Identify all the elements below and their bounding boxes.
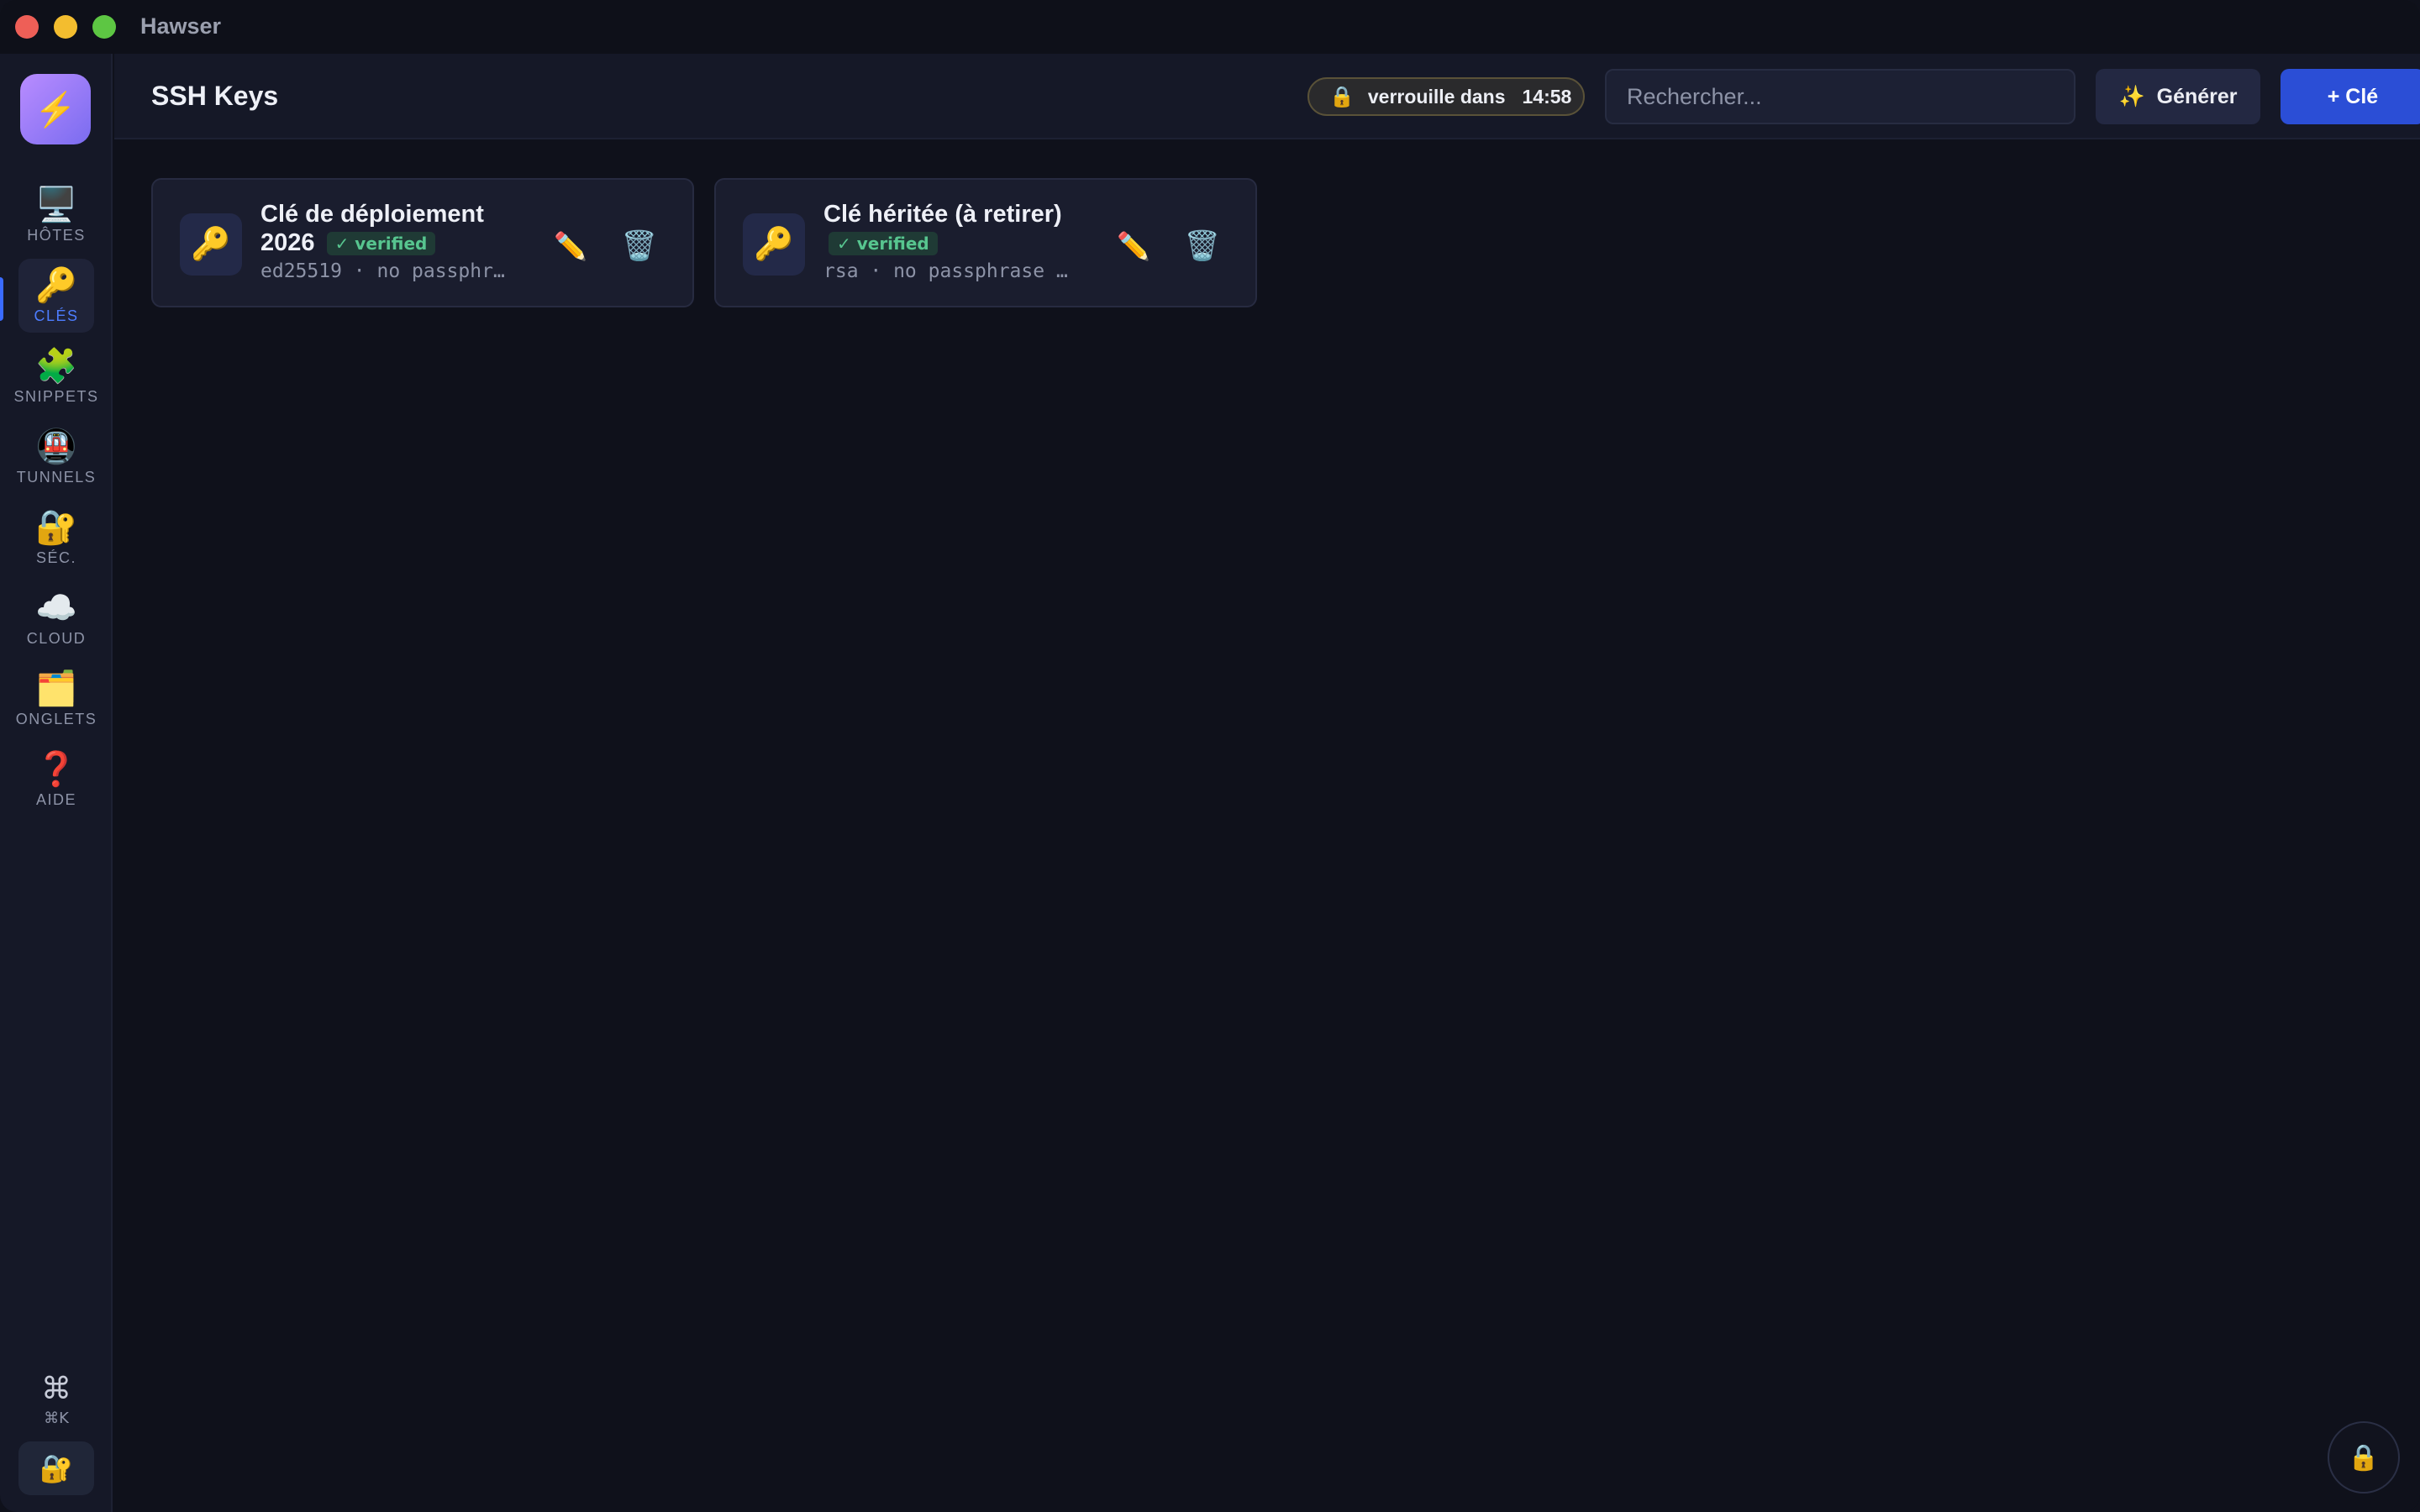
puzzle-icon: 🧩 (35, 347, 77, 385)
verified-badge: ✓ verified (326, 232, 436, 256)
pencil-icon: ✏️ (1117, 231, 1150, 261)
sidebar: ⚡ 🖥️ HÔTES 🔑 CLÉS 🧩 SNIPPETS 🚇 TUNNELS 🔐… (0, 54, 113, 1512)
title-bar: Hawser (0, 0, 2420, 54)
key-card-title-block: Clé de déploiement 2026 ✓ verified (260, 200, 529, 257)
trash-icon: 🗑️ (1184, 230, 1221, 262)
sidebar-item-label: AIDE (35, 790, 76, 808)
floating-lock-button[interactable]: 🔒 (2328, 1421, 2400, 1494)
key-icon: 🔑 (180, 213, 242, 276)
lightning-icon: ⚡ (34, 91, 76, 129)
auto-lock-badge: 🔒 verrouille dans 14:58 (1307, 77, 1585, 116)
key-card[interactable]: 🔑 Clé de déploiement 2026 ✓ verified ed2… (151, 178, 694, 307)
lock-with-key-icon: 🔐 (35, 508, 77, 546)
sidebar-item-keys[interactable]: 🔑 CLÉS (18, 259, 94, 333)
sidebar-item-label: SÉC. (35, 549, 76, 566)
page-header: SSH Keys 🔒 verrouille dans 14:58 ✨ Génér… (114, 54, 2420, 139)
auto-lock-text: verrouille dans (1367, 85, 1506, 108)
sidebar-item-label: ONGLETS (15, 710, 97, 727)
sidebar-item-tabs[interactable]: 🗂️ ONGLETS (15, 662, 97, 736)
delete-key-button[interactable]: 🗑️ (1180, 223, 1225, 269)
sparkles-icon: ✨ (2118, 84, 2145, 108)
key-card-title-block: Clé héritée (à retirer) ✓ verified (823, 200, 1092, 257)
question-icon: ❓ (35, 750, 77, 788)
sidebar-item-label: CLÉS (34, 307, 79, 324)
sidebar-item-cloud[interactable]: ☁️ CLOUD (18, 581, 94, 655)
command-icon: ⌘ (41, 1371, 71, 1406)
edit-key-button[interactable]: ✏️ (1111, 223, 1156, 269)
search-input[interactable] (1605, 69, 2075, 124)
generate-key-button[interactable]: ✨ Générer (2096, 69, 2260, 124)
sidebar-item-label: CLOUD (26, 629, 87, 647)
minimize-window-button[interactable] (54, 15, 77, 39)
pencil-icon: ✏️ (554, 231, 587, 261)
cloud-icon: ☁️ (35, 589, 77, 627)
lock-icon: 🔒 (1329, 85, 1355, 108)
edit-key-button[interactable]: ✏️ (548, 223, 593, 269)
lock-icon: 🔒 (2348, 1443, 2380, 1472)
sidebar-item-label: HÔTES (27, 226, 86, 244)
key-card-title: Clé héritée (à retirer) (823, 201, 1062, 228)
sidebar-item-security[interactable]: 🔐 SÉC. (18, 501, 94, 575)
card-index-icon: 🗂️ (35, 669, 77, 707)
command-palette-button[interactable]: ⌘ ⌘K (18, 1366, 94, 1433)
metro-icon: 🚇 (35, 428, 77, 465)
active-indicator (0, 277, 3, 321)
lock-vault-button[interactable]: 🔐 (18, 1441, 94, 1495)
generate-key-label: Générer (2156, 84, 2238, 108)
key-icon: 🔑 (743, 213, 805, 276)
key-card-subtitle: ed25519 · no passphr… (260, 260, 505, 282)
trash-icon: 🗑️ (621, 230, 658, 262)
verified-badge: ✓ verified (829, 232, 938, 256)
add-key-button[interactable]: + Clé (2281, 69, 2420, 124)
app-window: Hawser ⚡ 🖥️ HÔTES 🔑 CLÉS 🧩 SNIPPETS 🚇 TU… (0, 0, 2420, 1512)
sidebar-item-label: SNIPPETS (13, 387, 99, 405)
add-key-label: + Clé (2327, 84, 2379, 108)
auto-lock-timer: 14:58 (1522, 85, 1572, 108)
close-window-button[interactable] (15, 15, 39, 39)
sidebar-item-tunnels[interactable]: 🚇 TUNNELS (16, 420, 97, 494)
delete-key-button[interactable]: 🗑️ (617, 223, 662, 269)
key-card[interactable]: 🔑 Clé héritée (à retirer) ✓ verified rsa… (714, 178, 1257, 307)
sidebar-item-snippets[interactable]: 🧩 SNIPPETS (13, 339, 97, 413)
sidebar-item-help[interactable]: ❓ AIDE (18, 743, 94, 816)
app-logo[interactable]: ⚡ (20, 74, 91, 144)
monitor-icon: 🖥️ (35, 186, 77, 223)
maximize-window-button[interactable] (92, 15, 116, 39)
command-shortcut-label: ⌘K (44, 1409, 69, 1427)
key-card-subtitle: rsa · no passphrase … (823, 260, 1068, 282)
sidebar-item-label: TUNNELS (16, 468, 97, 486)
lock-with-key-icon: 🔐 (39, 1453, 73, 1483)
page-title: SSH Keys (151, 81, 279, 111)
app-title: Hawser (140, 13, 222, 39)
sidebar-item-hosts[interactable]: 🖥️ HÔTES (18, 178, 94, 252)
key-icon: 🔑 (35, 266, 77, 304)
